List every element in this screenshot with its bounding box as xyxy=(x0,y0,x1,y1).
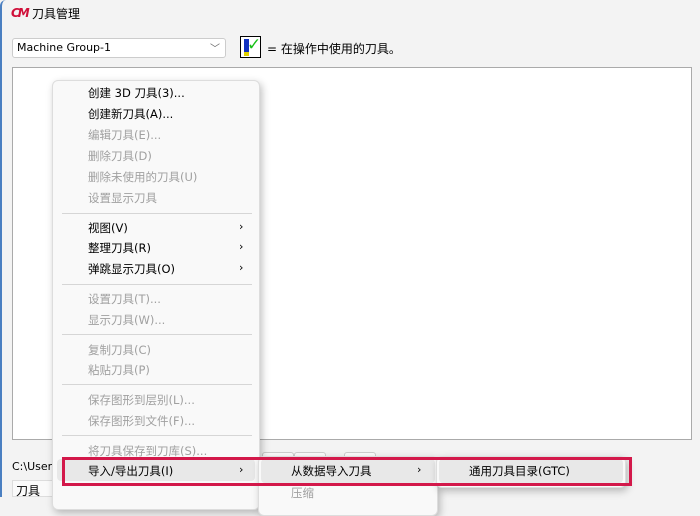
menu-item-view[interactable]: 视图(V) xyxy=(88,220,128,236)
menu-separator xyxy=(62,334,252,335)
import-export-submenu: 从数据导入刀具 › 压缩 xyxy=(258,456,438,516)
menu-item-gtc[interactable]: 通用刀具目录(GTC) xyxy=(469,463,570,479)
menu-item-sort-tools[interactable]: 整理刀具(R) xyxy=(88,240,151,256)
menu-separator xyxy=(62,284,252,285)
menu-separator xyxy=(62,213,252,214)
import-from-data-submenu: 通用刀具目录(GTC) xyxy=(436,456,626,488)
menu-item-import-from-data[interactable]: 从数据导入刀具 xyxy=(291,463,372,479)
menu-item-popup-display[interactable]: 弹跳显示刀具(O) xyxy=(88,261,175,277)
menu-separator xyxy=(62,384,252,385)
tool-in-use-icon: ✓ xyxy=(240,35,261,58)
window-title: 刀具管理 xyxy=(32,7,81,21)
app-logo-icon: CM xyxy=(11,6,30,20)
menu-item-create-new-tool[interactable]: 创建新刀具(A)... xyxy=(88,106,173,122)
context-menu: 创建 3D 刀具(3)... 创建新刀具(A)... 编辑刀具(E)... 删除… xyxy=(52,80,260,510)
menu-item-save-to-library[interactable]: 将刀具保存到刀库(S)... xyxy=(88,443,207,459)
chevron-right-icon: › xyxy=(239,261,244,274)
menu-item-copy[interactable]: 复制刀具(C) xyxy=(88,342,151,358)
chevron-down-icon: ﹀ xyxy=(210,44,220,55)
menu-item-paste[interactable]: 粘贴刀具(P) xyxy=(88,362,150,378)
legend-text: = 在操作中使用的刀具。 xyxy=(267,42,401,56)
menu-item-setup-tool[interactable]: 设置刀具(T)... xyxy=(88,291,161,307)
menu-item-compress[interactable]: 压缩 xyxy=(291,485,314,501)
chevron-right-icon: › xyxy=(417,463,422,476)
menu-item-save-to-level[interactable]: 保存图形到层别(L)... xyxy=(88,392,195,408)
menu-item-import-export[interactable]: 导入/导出刀具(I) xyxy=(88,463,173,479)
menu-item-save-to-file[interactable]: 保存图形到文件(F)... xyxy=(88,413,195,429)
menu-item-edit-tool[interactable]: 编辑刀具(E)... xyxy=(88,127,161,143)
machine-group-select[interactable]: Machine Group-1 ﹀ xyxy=(12,38,226,58)
tab-tools[interactable]: 刀具 xyxy=(12,482,44,498)
chevron-right-icon: › xyxy=(239,220,244,233)
menu-item-delete-tool[interactable]: 删除刀具(D) xyxy=(88,148,152,164)
menu-item-show-tool[interactable]: 显示刀具(W)... xyxy=(88,312,165,328)
menu-separator xyxy=(62,435,252,436)
menu-item-delete-unused[interactable]: 删除未使用的刀具(U) xyxy=(88,169,197,185)
window-border xyxy=(0,0,6,497)
chevron-right-icon: › xyxy=(239,463,244,476)
chevron-right-icon: › xyxy=(239,240,244,253)
machine-group-value: Machine Group-1 xyxy=(17,41,111,54)
menu-item-set-display[interactable]: 设置显示刀具 xyxy=(88,190,157,206)
menu-item-create-3d-tool[interactable]: 创建 3D 刀具(3)... xyxy=(88,85,185,101)
